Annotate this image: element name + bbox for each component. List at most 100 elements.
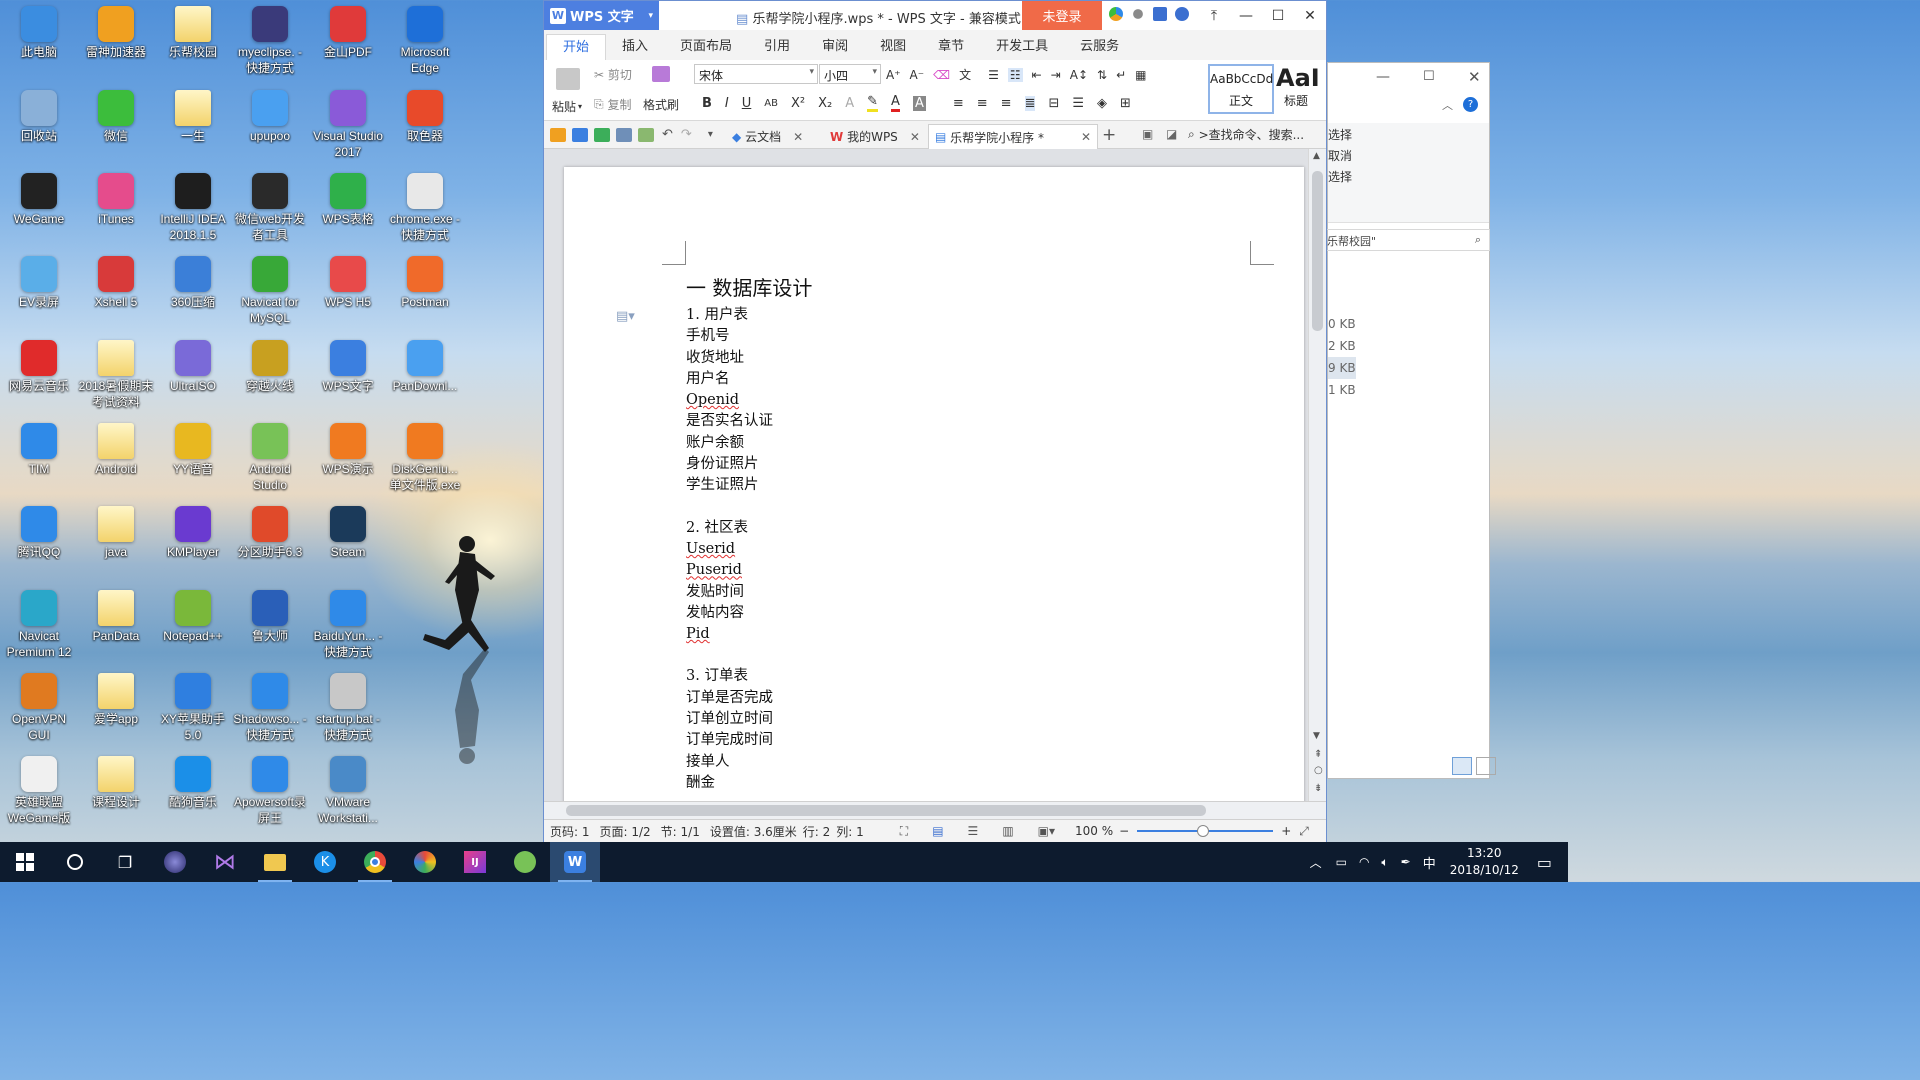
ime-indicator[interactable]: 中 [1423, 853, 1436, 872]
desktop-icon[interactable]: 英雄联盟WeGame版 [0, 752, 78, 832]
reading-mode-icon[interactable]: ▣▾ [1038, 824, 1055, 838]
chevron-up-icon[interactable]: ︿ [1310, 854, 1322, 871]
explorer-search-box[interactable]: 乐帮校园" ⌕ [1326, 229, 1490, 251]
desktop-icon[interactable]: 网易云音乐 [0, 336, 78, 416]
desktop-icon[interactable]: chrome.exe - 快捷方式 [386, 169, 464, 249]
desktop-icon[interactable]: Android Studio [231, 419, 309, 499]
desktop-icon[interactable]: 爱学app [77, 669, 155, 749]
paragraph-handle-icon[interactable]: ▤▾ [616, 309, 635, 324]
document-body[interactable]: 一 数据库设计 1. 用户表 手机号 收货地址 用户名 Openid 是否实名认证 账户余额… [686, 273, 812, 794]
desktop-icon[interactable]: myeclipse. - 快捷方式 [231, 2, 309, 82]
desktop-icon[interactable]: startup.bat - 快捷方式 [309, 669, 387, 749]
desktop-icon[interactable]: 穿越火线 [231, 336, 309, 416]
desktop-icon[interactable]: WeGame [0, 169, 78, 249]
wps-app-menu-button[interactable]: W WPS 文字 ▾ [544, 1, 659, 30]
volume-icon[interactable]: 🔈︎ [1381, 855, 1388, 870]
desktop-icon[interactable]: TIM [0, 419, 78, 499]
desktop-icon[interactable]: OpenVPN GUI [0, 669, 78, 749]
export-pdf-icon[interactable] [594, 127, 610, 142]
sort-icon[interactable]: ⇅ [1097, 68, 1107, 82]
desktop-icon[interactable]: PanData [77, 586, 155, 666]
desktop-icon[interactable]: XY苹果助手5.0 [154, 669, 232, 749]
text-direction-icon[interactable]: A↕ [1070, 68, 1088, 82]
font-color-icon[interactable]: A [891, 94, 900, 112]
highlight-icon[interactable]: ✎ [867, 94, 879, 112]
bullet-list-icon[interactable]: ☰ [988, 68, 999, 82]
desktop-icon[interactable]: PanDownl... [386, 336, 464, 416]
visual-studio-icon[interactable]: ⋈ [200, 842, 250, 882]
file-explorer-window[interactable]: — ☐ ✕ ? ︿ 选择 取消 选择 乐帮校园" ⌕ 0 KB 2 KB 9 K… [1326, 62, 1496, 779]
android-studio-icon[interactable] [500, 842, 550, 882]
fit-page-icon[interactable]: ⤢ [1299, 824, 1309, 839]
text-effect-icon[interactable]: A [845, 96, 854, 111]
redo-icon[interactable]: ↷ [681, 127, 692, 142]
maximize-icon[interactable]: ☐ [1262, 1, 1294, 30]
doc-tab-current[interactable]: ▤ 乐帮学院小程序 * ✕ [928, 124, 1098, 149]
close-tab-icon[interactable]: ✕ [793, 130, 803, 144]
close-tab-icon[interactable]: ✕ [910, 130, 920, 144]
desktop-icon[interactable]: 此电脑 [0, 2, 78, 82]
ribbon-tab[interactable]: 开发工具 [980, 34, 1064, 60]
fullscreen-icon[interactable]: ⛶ [900, 824, 908, 839]
table-border-icon[interactable]: ▦ [1135, 68, 1146, 82]
zoom-in-icon[interactable]: + [1281, 824, 1291, 838]
desktop-icon[interactable]: Microsoft Edge [386, 2, 464, 82]
cart-icon[interactable]: ◪ [1166, 127, 1177, 141]
share-icon[interactable] [1153, 7, 1167, 21]
wps-writer-window[interactable]: W WPS 文字 ▾ ▤ 乐帮学院小程序.wps * - WPS 文字 - 兼容… [543, 0, 1327, 842]
superscript-icon[interactable]: X² [791, 96, 805, 111]
desktop-icon[interactable]: Postman [386, 252, 464, 332]
ribbon-tab[interactable]: 视图 [864, 34, 922, 60]
justify-icon[interactable]: ≣ [1024, 95, 1036, 111]
distributed-icon[interactable]: ⊟ [1048, 96, 1059, 111]
show-marks-icon[interactable]: ↵ [1116, 68, 1126, 82]
strikethrough-icon[interactable]: AB [764, 98, 778, 109]
chevron-down-icon[interactable]: ▾ [708, 129, 713, 140]
close-icon[interactable]: ✕ [1294, 1, 1326, 30]
desktop-icon[interactable]: iTunes [77, 169, 155, 249]
borders-icon[interactable]: ⊞ [1120, 96, 1131, 111]
save-icon[interactable] [572, 127, 588, 142]
horizontal-scrollbar[interactable] [544, 801, 1326, 819]
desktop-icon[interactable]: Steam [309, 502, 387, 582]
desktop-icon[interactable]: WPS文字 [309, 336, 387, 416]
align-right-icon[interactable]: ≡ [1001, 96, 1012, 111]
new-tab-icon[interactable]: + [1102, 125, 1116, 145]
grow-font-icon[interactable]: A⁺ [886, 68, 901, 82]
desktop-icon[interactable]: KMPlayer [154, 502, 232, 582]
pen-icon[interactable]: ✒ [1401, 855, 1411, 869]
paste-icon[interactable] [556, 68, 580, 90]
copy-button[interactable]: ⎘ 复制 [594, 96, 631, 113]
maximize-icon[interactable]: ☐ [1423, 69, 1435, 84]
invert-selection-item[interactable]: 选择 [1328, 167, 1489, 188]
phonetic-icon[interactable]: 文 [959, 66, 971, 83]
pin-icon[interactable]: ▣ [1142, 127, 1153, 141]
line-spacing-icon[interactable]: ☰ [1072, 96, 1084, 111]
wifi-icon[interactable]: ◠ [1359, 855, 1369, 869]
ribbon-tab[interactable]: 云服务 [1064, 34, 1135, 60]
select-browse-icon[interactable]: ○ [1314, 765, 1323, 776]
desktop-icon[interactable]: 2018暑假期末考试资料 [77, 336, 155, 416]
cortana-icon[interactable] [50, 842, 100, 882]
desktop-icon[interactable]: DiskGeniu... 单文件版.exe [386, 419, 464, 499]
vertical-scrollbar[interactable]: ▲ ▼ ⇞ ○ ⇟ [1308, 149, 1326, 801]
format-painter-button[interactable]: 格式刷 [643, 96, 679, 113]
select-none-item[interactable]: 取消 [1328, 146, 1489, 167]
desktop-icon[interactable]: 微信web开发者工具 [231, 169, 309, 249]
align-left-icon[interactable]: ≡ [953, 96, 964, 111]
help-icon[interactable] [1175, 7, 1189, 21]
outline-view-icon[interactable]: ☰ [968, 824, 979, 838]
desktop-icon[interactable]: 乐帮校园 [154, 2, 232, 82]
desktop-icon[interactable]: Visual Studio 2017 [309, 86, 387, 166]
doc-tab-mywps[interactable]: W 我的WPS ✕ [824, 124, 926, 149]
desktop-icon[interactable]: 雷神加速器 [77, 2, 155, 82]
document-page[interactable]: ▤▾ 一 数据库设计 1. 用户表 手机号 收货地址 用户名 Openid 是否实名认证账… [564, 167, 1304, 801]
close-tab-icon[interactable]: ✕ [1081, 130, 1091, 144]
cut-button[interactable]: ✂ 剪切 [594, 66, 632, 83]
hscroll-thumb[interactable] [566, 805, 1206, 816]
page-view-icon[interactable]: ▤ [932, 824, 943, 838]
desktop-icon[interactable]: 取色器 [386, 86, 464, 166]
desktop-icon[interactable]: Android [77, 419, 155, 499]
desktop-icon[interactable]: 酷狗音乐 [154, 752, 232, 832]
minimize-icon[interactable]: — [1230, 1, 1262, 30]
